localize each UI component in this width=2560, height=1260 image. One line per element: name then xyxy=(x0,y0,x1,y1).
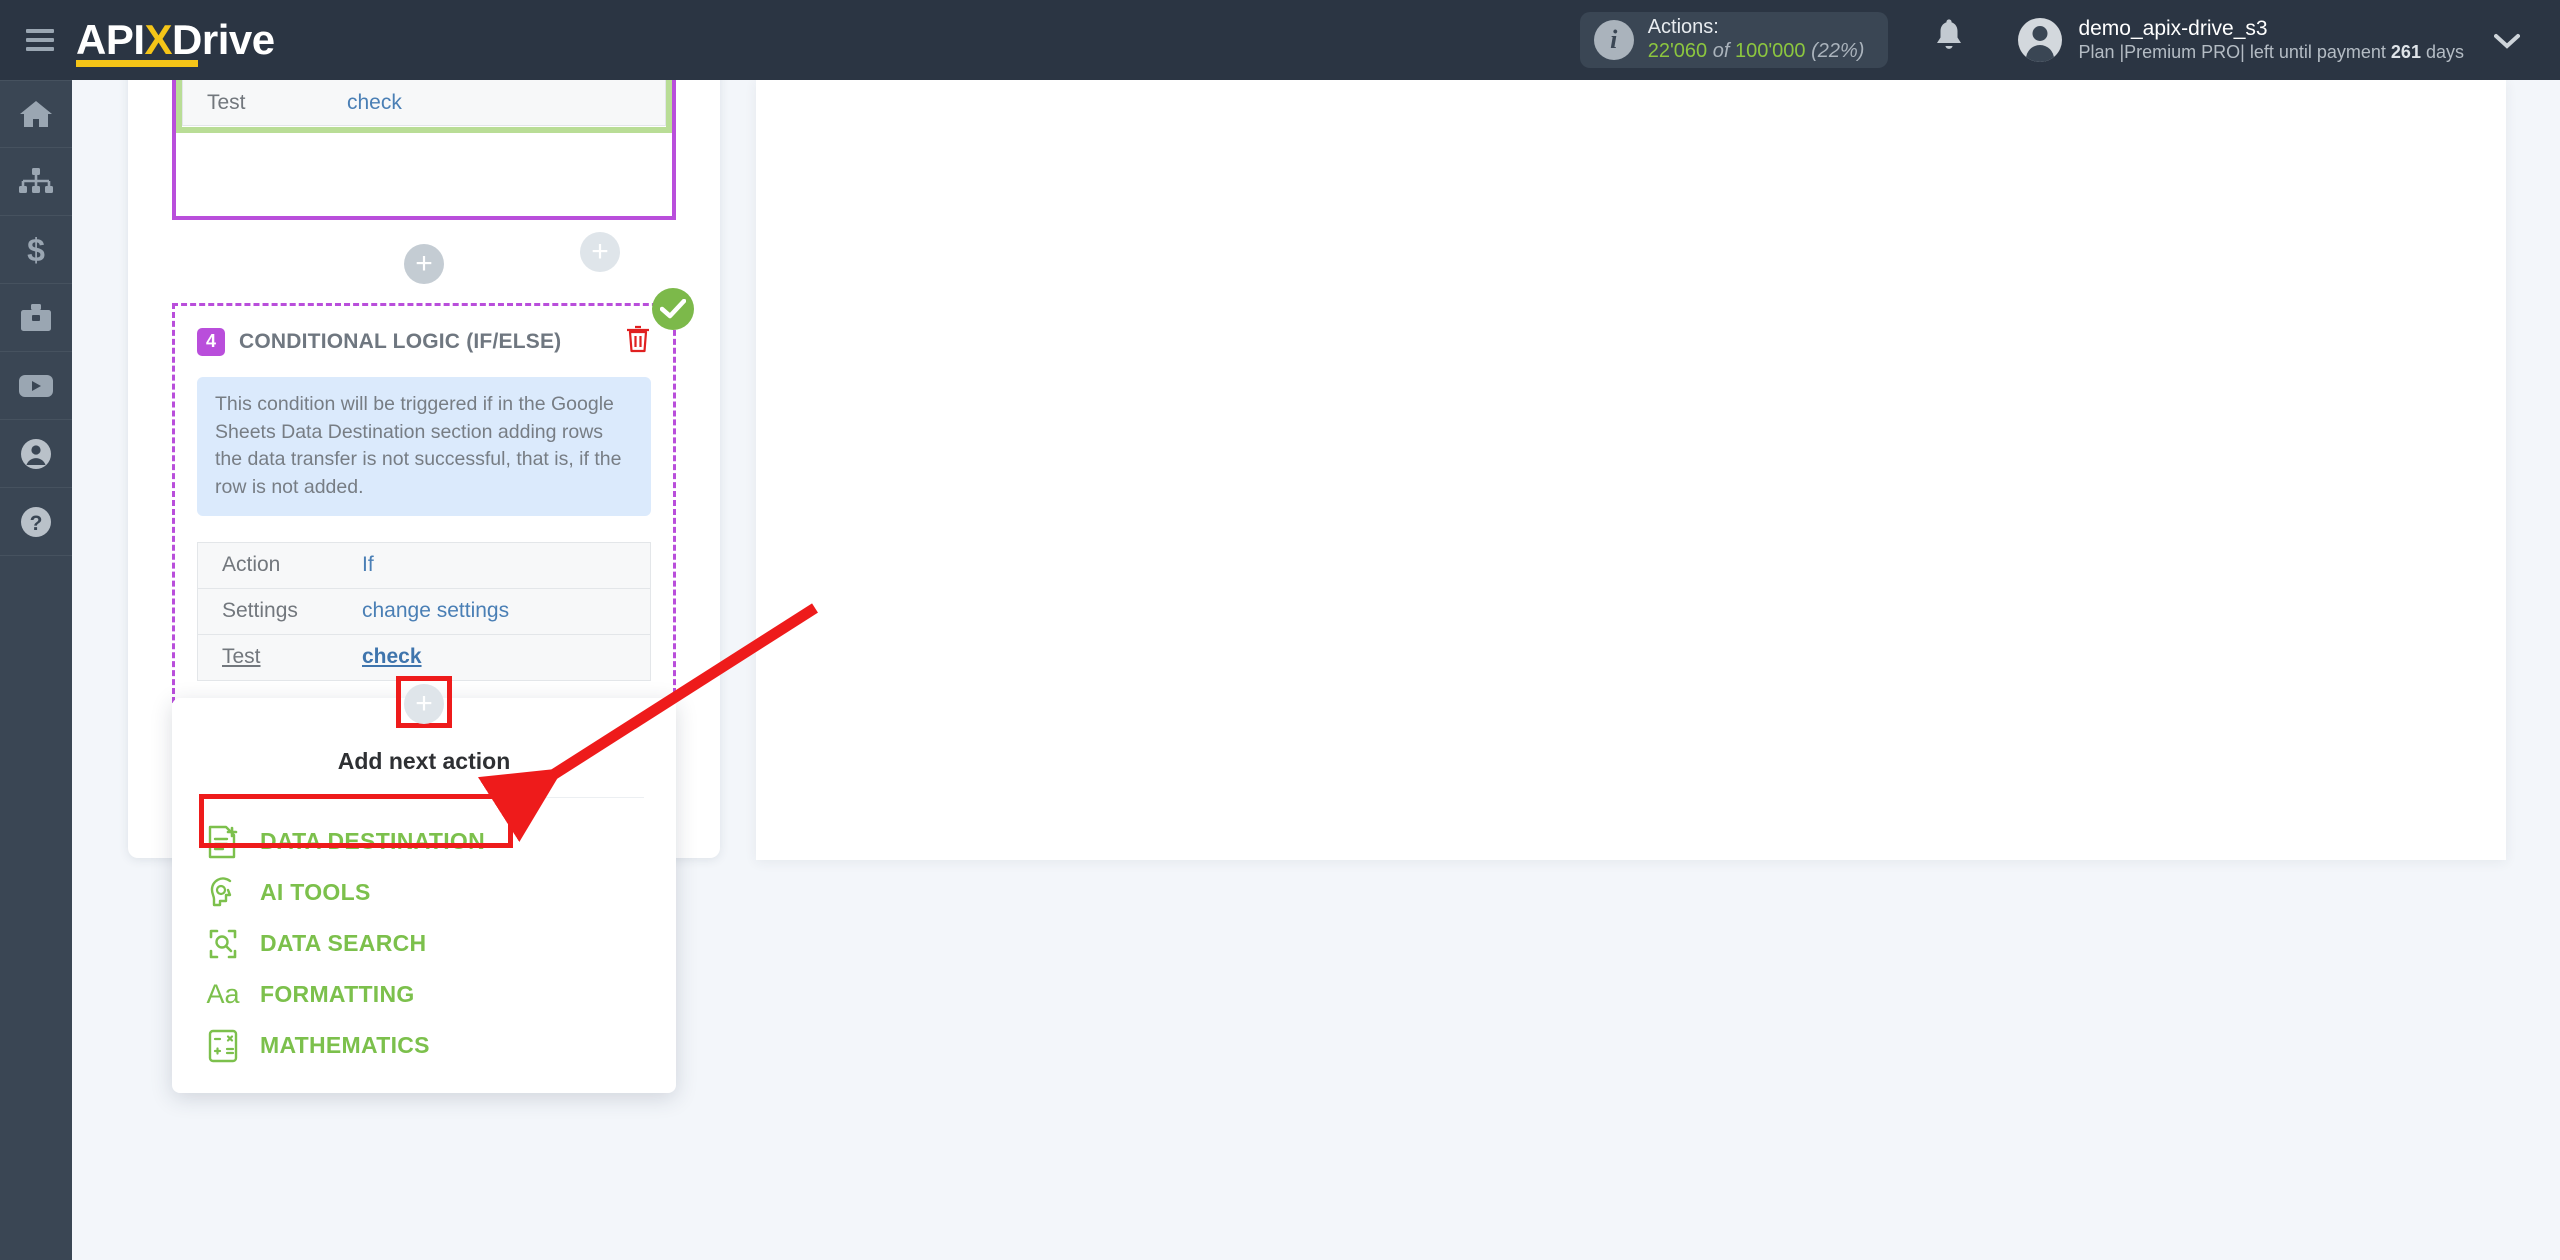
actions-of: of xyxy=(1712,40,1730,62)
conditional-logic-description: This condition will be triggered if in t… xyxy=(197,377,651,516)
row-key: Test xyxy=(207,90,246,114)
logo-api: API xyxy=(76,16,145,63)
menu-item-data-search[interactable]: DATA SEARCH xyxy=(206,918,676,969)
avatar xyxy=(2018,18,2063,62)
conditional-logic-settings-table: Action If Settings change settings Test … xyxy=(197,541,651,681)
menu-item-label: FORMATTING xyxy=(260,981,415,1007)
menu-item-label: AI TOOLS xyxy=(260,879,371,905)
hamburger-icon[interactable] xyxy=(26,29,54,51)
svg-text:?: ? xyxy=(30,512,43,535)
conditional-logic-header: 4 CONDITIONAL LOGIC (IF/ELSE) xyxy=(197,324,651,359)
user-text: demo_apix-drive_s3 Plan |Premium PRO| le… xyxy=(2078,16,2464,64)
text-format-icon: Aa xyxy=(206,979,240,1009)
menu-item-label: MATHEMATICS xyxy=(260,1032,430,1058)
plan-prefix: Plan | xyxy=(2078,41,2125,62)
sidebar-item-video[interactable] xyxy=(0,352,72,420)
actions-quota-pill[interactable]: i Actions: 22'060 of 100'000 (22%) xyxy=(1579,12,1889,68)
row-value[interactable]: check xyxy=(362,645,422,669)
add-next-action-menu: Add next action DATA DESTINATION AI TOOL… xyxy=(172,698,676,1093)
user-plan: Plan |Premium PRO| left until payment 26… xyxy=(2078,42,2464,64)
actions-total: 100'000 xyxy=(1734,40,1806,62)
help-icon: ? xyxy=(21,506,51,537)
svg-text:$: $ xyxy=(27,233,45,267)
calculator-icon xyxy=(206,1029,240,1063)
menu-item-formatting[interactable]: Aa FORMATTING xyxy=(206,969,676,1020)
annotation-red-box-data-destination xyxy=(199,794,513,848)
table-row[interactable]: Test check xyxy=(197,634,651,681)
row-value[interactable]: change settings xyxy=(362,599,509,623)
conditional-logic-card: 4 CONDITIONAL LOGIC (IF/ELSE) This condi… xyxy=(172,303,676,703)
home-icon xyxy=(20,101,52,127)
user-name: demo_apix-drive_s3 xyxy=(2078,17,2268,41)
add-next-action-button[interactable]: + xyxy=(404,684,444,724)
app-root: APIXDrive i Actions: 22'060 of 100'000 (… xyxy=(0,0,2560,1260)
actions-used: 22'060 xyxy=(1647,40,1708,62)
hamburger-line xyxy=(26,47,54,51)
table-row[interactable]: Settings change settings xyxy=(197,588,651,635)
sidebar-item-profile[interactable] xyxy=(0,420,72,488)
youtube-icon xyxy=(19,374,53,397)
trash-icon[interactable] xyxy=(625,324,651,359)
menu-item-label: DATA SEARCH xyxy=(260,930,427,956)
bell-icon[interactable] xyxy=(1932,18,1966,62)
row-value[interactable]: check xyxy=(347,91,402,115)
hamburger-line xyxy=(26,38,54,42)
sidebar-item-services[interactable] xyxy=(0,284,72,352)
sidebar-item-billing[interactable]: $ xyxy=(0,216,72,284)
briefcase-icon xyxy=(21,303,51,331)
actions-quota-text: Actions: 22'060 of 100'000 (22%) xyxy=(1648,16,1865,63)
profile-icon xyxy=(21,438,51,469)
plus-icon[interactable]: + xyxy=(404,684,444,724)
plan-days-suffix: days xyxy=(2420,41,2464,62)
sidebar-item-help[interactable]: ? xyxy=(0,488,72,556)
plan-days: 261 xyxy=(2390,41,2421,62)
plus-icon[interactable]: + xyxy=(580,232,620,272)
workflow-card-previous: Test check + xyxy=(172,80,676,272)
table-row[interactable]: Action If xyxy=(197,542,651,589)
table-row[interactable]: Test check xyxy=(182,80,666,126)
main-content-panel xyxy=(756,80,2506,860)
connections-icon xyxy=(19,167,53,193)
sidebar-item-home[interactable] xyxy=(0,80,72,148)
actions-label: Actions: xyxy=(1647,16,1719,39)
plan-mid: | left until payment xyxy=(2240,41,2391,62)
check-circle-icon xyxy=(652,288,694,330)
left-icon-rail: $ ? xyxy=(0,80,72,1260)
menu-item-mathematics[interactable]: MATHEMATICS xyxy=(206,1020,676,1071)
actions-percent: (22%) xyxy=(1811,40,1865,62)
search-scan-icon xyxy=(206,928,240,960)
hamburger-line xyxy=(26,29,54,33)
sidebar-item-connections[interactable] xyxy=(0,148,72,216)
row-key: Test xyxy=(222,645,261,669)
logo-underline xyxy=(76,60,198,67)
row-key: Settings xyxy=(222,599,298,623)
plan-name: Premium PRO xyxy=(2124,41,2241,62)
conditional-logic-title: CONDITIONAL LOGIC (IF/ELSE) xyxy=(239,329,562,353)
menu-item-ai-tools[interactable]: AI TOOLS xyxy=(206,867,676,918)
actions-value: 22'060 of 100'000 (22%) xyxy=(1648,40,1865,64)
step-number-badge: 4 xyxy=(197,327,225,356)
app-logo[interactable]: APIXDrive xyxy=(76,16,275,67)
chevron-down-icon[interactable] xyxy=(2494,25,2520,56)
plus-icon[interactable]: + xyxy=(404,244,444,284)
user-account-block[interactable]: demo_apix-drive_s3 Plan |Premium PRO| le… xyxy=(2018,16,2464,64)
logo-drive: Drive xyxy=(172,16,275,63)
add-action-button-inner[interactable]: + xyxy=(580,232,620,272)
row-key: Action xyxy=(222,553,281,577)
add-action-button-between[interactable]: + xyxy=(404,244,444,284)
ai-brain-icon xyxy=(206,876,240,909)
dollar-icon: $ xyxy=(27,233,45,267)
info-icon: i xyxy=(1593,20,1634,60)
workflow-card-previous-inner: Test check xyxy=(176,80,672,133)
top-header-bar: APIXDrive i Actions: 22'060 of 100'000 (… xyxy=(0,0,2560,80)
logo-x: X xyxy=(144,16,173,63)
row-value[interactable]: If xyxy=(362,553,374,577)
